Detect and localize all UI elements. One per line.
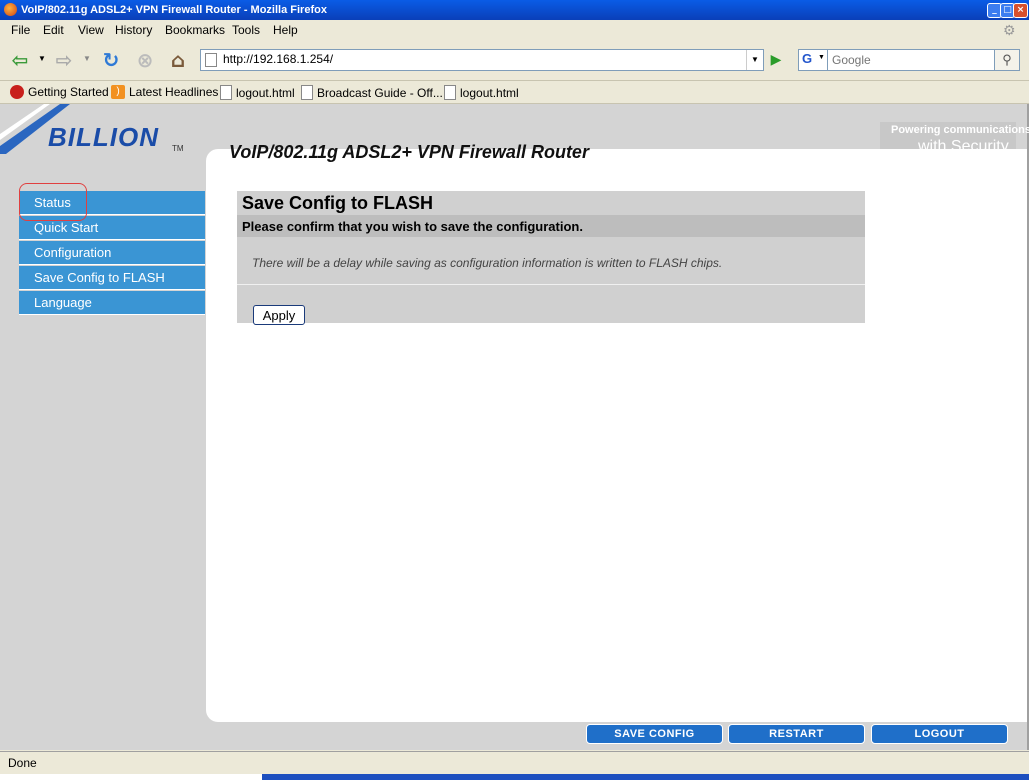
firefox-icon xyxy=(4,3,17,16)
throbber-icon: ⚙ xyxy=(1003,22,1016,38)
navigation-toolbar: ⇦ ▼ ⇨ ▼ ↻ ⊗ ⌂ ▼ ▶ G ▼ ⚲ xyxy=(0,40,1029,81)
rss-icon: ) xyxy=(111,85,125,99)
url-input[interactable] xyxy=(223,51,743,67)
reload-icon[interactable]: ↻ xyxy=(97,46,125,74)
save-config-section: Save Config to FLASH Please confirm that… xyxy=(237,191,865,325)
address-bar[interactable]: ▼ xyxy=(200,49,764,71)
menu-help[interactable]: Help xyxy=(273,23,298,37)
window-title-bar: VoIP/802.11g ADSL2+ VPN Firewall Router … xyxy=(0,0,1029,20)
stop-icon[interactable]: ⊗ xyxy=(131,46,159,74)
highlight-annotation xyxy=(19,183,87,221)
forward-icon[interactable]: ⇨ xyxy=(50,46,78,74)
menu-view[interactable]: View xyxy=(78,23,104,37)
back-icon[interactable]: ⇦ xyxy=(6,46,34,74)
bookmark-logout-2[interactable]: logout.html xyxy=(444,85,519,100)
bookmark-logout-1[interactable]: logout.html xyxy=(220,85,295,100)
engine-dropdown-icon: ▼ xyxy=(818,54,825,61)
sidebar-item-configuration[interactable]: Configuration xyxy=(19,241,205,265)
confirm-bar: Please confirm that you wish to save the… xyxy=(237,215,865,237)
taskbar-strip xyxy=(0,774,1029,780)
page-icon xyxy=(301,85,313,100)
back-dropdown-icon[interactable]: ▼ xyxy=(38,54,46,63)
google-icon: G xyxy=(802,51,813,66)
close-icon[interactable]: × xyxy=(1013,3,1028,18)
menu-bookmarks[interactable]: Bookmarks xyxy=(165,23,225,37)
menu-tools[interactable]: Tools xyxy=(232,23,260,37)
router-web-page: BILLION TM Powering communications with … xyxy=(0,104,1029,750)
status-bar: Done xyxy=(0,751,1029,774)
search-engine-selector[interactable]: G ▼ xyxy=(798,49,828,71)
search-box[interactable] xyxy=(827,49,995,71)
sidebar-item-save-config[interactable]: Save Config to FLASH xyxy=(19,266,205,290)
router-title: VoIP/802.11g ADSL2+ VPN Firewall Router xyxy=(229,142,589,162)
page-icon xyxy=(220,85,232,100)
save-config-button[interactable]: SAVE CONFIG xyxy=(586,724,723,744)
bookmarks-toolbar: Getting Started ) Latest Headlines logou… xyxy=(0,81,1029,104)
page-icon xyxy=(205,53,217,67)
bookmark-broadcast-guide[interactable]: Broadcast Guide - Off... xyxy=(301,85,443,100)
confirm-text: Please confirm that you wish to save the… xyxy=(242,219,583,234)
menu-bar: File Edit View History Bookmarks Tools H… xyxy=(0,20,1029,40)
restart-button[interactable]: RESTART xyxy=(728,724,865,744)
apply-button[interactable]: Apply xyxy=(253,305,305,325)
billion-logo: BILLION xyxy=(48,122,159,152)
getting-started-icon xyxy=(10,85,24,99)
logout-button[interactable]: LOGOUT xyxy=(871,724,1008,744)
bookmark-latest-headlines[interactable]: ) Latest Headlines xyxy=(111,85,218,99)
menu-file[interactable]: File xyxy=(11,23,30,37)
home-icon[interactable]: ⌂ xyxy=(164,46,192,74)
status-text: Done xyxy=(8,756,37,770)
section-divider xyxy=(237,284,865,285)
search-icon[interactable]: ⚲ xyxy=(994,49,1020,71)
menu-edit[interactable]: Edit xyxy=(43,23,64,37)
delay-note: There will be a delay while saving as co… xyxy=(252,256,723,270)
tagline-line1: Powering communications xyxy=(891,124,1029,136)
section-heading: Save Config to FLASH xyxy=(242,193,434,213)
url-dropdown-icon[interactable]: ▼ xyxy=(746,50,763,70)
forward-dropdown-icon[interactable]: ▼ xyxy=(83,54,91,63)
bookmark-getting-started[interactable]: Getting Started xyxy=(10,85,109,99)
search-input[interactable] xyxy=(832,52,990,68)
logo-trademark: TM xyxy=(172,144,184,153)
page-icon xyxy=(444,85,456,100)
menu-history[interactable]: History xyxy=(115,23,152,37)
sidebar-item-language[interactable]: Language xyxy=(19,291,205,315)
window-title: VoIP/802.11g ADSL2+ VPN Firewall Router … xyxy=(21,4,327,16)
go-icon[interactable]: ▶ xyxy=(766,49,786,69)
